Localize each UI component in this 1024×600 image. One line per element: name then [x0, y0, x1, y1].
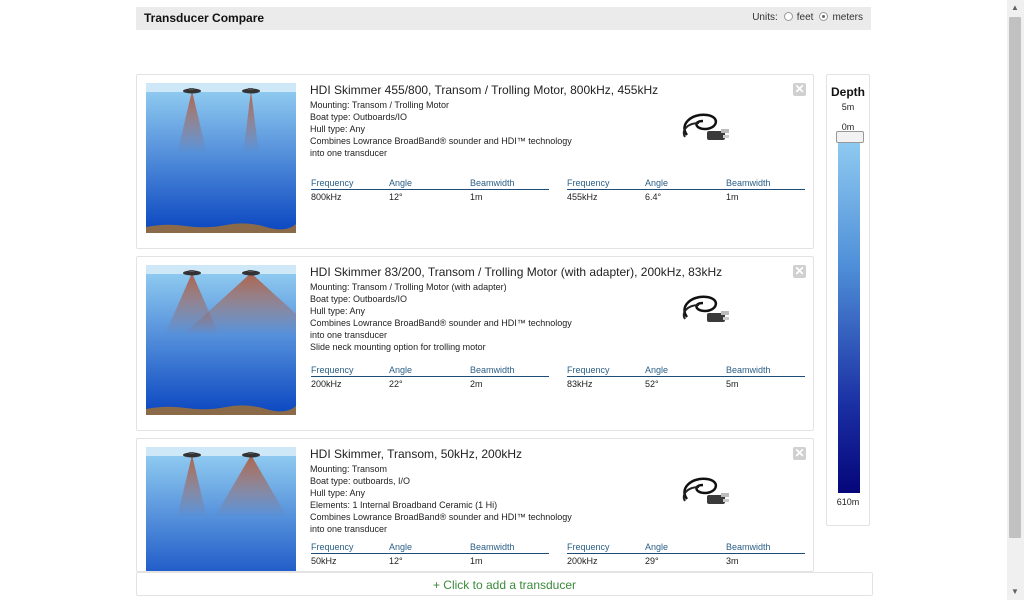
- spec-beamwidth-value: 1m: [470, 556, 483, 566]
- meters-radio[interactable]: [819, 12, 829, 21]
- spec-beamwidth-value: 5m: [726, 379, 739, 389]
- spec-beamwidth-value: 2m: [470, 379, 483, 389]
- depth-slider-track[interactable]: [838, 143, 860, 493]
- spec-beamwidth-value: 3m: [726, 556, 739, 566]
- depth-panel: Depth 5m 0m 610m: [826, 74, 870, 526]
- spec-table: Frequency Angle Beamwidth 50kHz 12° 1m: [311, 542, 549, 566]
- spec-header-angle: Angle: [389, 365, 413, 375]
- close-icon[interactable]: ✕: [793, 265, 806, 278]
- spec-table: Frequency Angle Beamwidth 455kHz 6.4° 1m: [567, 178, 805, 202]
- feet-radio[interactable]: [783, 12, 793, 21]
- spec-frequency-value: 83kHz: [567, 379, 593, 389]
- spec-angle-value: 6.4°: [645, 192, 662, 202]
- spec-header-beamwidth: Beamwidth: [470, 178, 515, 188]
- transducer-card: HDI Skimmer, Transom, 50kHz, 200kHz Moun…: [136, 438, 814, 572]
- spec-header-angle: Angle: [645, 542, 669, 552]
- depth-slider-handle[interactable]: [836, 131, 864, 143]
- spec-frequency-value: 200kHz: [311, 379, 342, 389]
- feet-label[interactable]: feet: [797, 12, 814, 23]
- transducer-product-icon: [682, 113, 729, 140]
- spec-header-beamwidth: Beamwidth: [726, 542, 771, 552]
- depth-max-label: 610m: [836, 497, 860, 507]
- page-scrollbar[interactable]: ▲ ▼: [1007, 0, 1024, 600]
- scroll-up-icon[interactable]: ▲: [1011, 3, 1019, 12]
- spec-header-beamwidth: Beamwidth: [470, 365, 515, 375]
- transducer-name: HDI Skimmer, Transom, 50kHz, 200kHz: [310, 447, 523, 461]
- spec-angle-value: 22°: [389, 379, 403, 389]
- spec-frequency-value: 800kHz: [311, 192, 342, 202]
- sonar-coverage-illustration: [146, 265, 296, 415]
- spec-table: Frequency Angle Beamwidth 200kHz 29° 3m: [567, 542, 805, 566]
- sonar-coverage-illustration: [146, 83, 296, 233]
- spec-header-frequency: Frequency: [311, 542, 354, 552]
- spec-header-frequency: Frequency: [567, 365, 610, 375]
- transducer-product-icon: [682, 295, 729, 322]
- spec-frequency-value: 200kHz: [567, 556, 598, 566]
- spec-beamwidth-value: 1m: [726, 192, 739, 202]
- transducer-name: HDI Skimmer 83/200, Transom / Trolling M…: [310, 265, 723, 279]
- add-transducer-button[interactable]: + Click to add a transducer: [136, 572, 873, 596]
- spec-header-frequency: Frequency: [311, 365, 354, 375]
- water: [146, 92, 296, 233]
- spec-tables: Frequency Angle Beamwidth 200kHz 22° 2m …: [311, 365, 805, 389]
- spec-header-frequency: Frequency: [567, 542, 610, 552]
- transducer-product-icon: [682, 477, 729, 504]
- spec-angle-value: 12°: [389, 192, 403, 202]
- transducer-detail-line: Slide neck mounting option for trolling …: [310, 342, 486, 352]
- transducer-card: HDI Skimmer 83/200, Transom / Trolling M…: [136, 256, 814, 431]
- spec-header-beamwidth: Beamwidth: [470, 542, 515, 552]
- spec-header-angle: Angle: [645, 178, 669, 188]
- close-icon[interactable]: ✕: [793, 447, 806, 460]
- spec-beamwidth-value: 1m: [470, 192, 483, 202]
- spec-table: Frequency Angle Beamwidth 800kHz 12° 1m: [311, 178, 549, 202]
- transducer-name: HDI Skimmer 455/800, Transom / Trolling …: [310, 83, 659, 97]
- scroll-thumb[interactable]: [1009, 17, 1021, 538]
- transducer-detail-line: into one transducer: [310, 524, 388, 534]
- page-title: Transducer Compare: [144, 11, 265, 25]
- sky: [146, 265, 296, 275]
- units-selector: Units: feet meters: [752, 12, 863, 23]
- spec-header-angle: Angle: [389, 178, 413, 188]
- meters-label[interactable]: meters: [832, 12, 863, 23]
- units-label: Units:: [752, 12, 778, 23]
- spec-angle-value: 52°: [645, 379, 659, 389]
- scroll-down-icon[interactable]: ▼: [1011, 587, 1019, 596]
- spec-angle-value: 29°: [645, 556, 659, 566]
- spec-tables: Frequency Angle Beamwidth 800kHz 12° 1m …: [311, 178, 805, 202]
- sky: [146, 83, 296, 93]
- header-bar: Transducer Compare Units: feet meters: [136, 7, 871, 30]
- spec-angle-value: 12°: [389, 556, 403, 566]
- spec-table: Frequency Angle Beamwidth 200kHz 22° 2m: [311, 365, 549, 389]
- sonar-coverage-illustration: [146, 447, 296, 571]
- transducer-card: HDI Skimmer 455/800, Transom / Trolling …: [136, 74, 814, 249]
- spec-header-beamwidth: Beamwidth: [726, 365, 771, 375]
- spec-header-angle: Angle: [389, 542, 413, 552]
- depth-current-value: 5m: [841, 102, 855, 112]
- spec-frequency-value: 455kHz: [567, 192, 598, 202]
- spec-header-frequency: Frequency: [311, 178, 354, 188]
- spec-header-frequency: Frequency: [567, 178, 610, 188]
- close-icon[interactable]: ✕: [793, 83, 806, 96]
- spec-frequency-value: 50kHz: [311, 556, 337, 566]
- spec-header-beamwidth: Beamwidth: [726, 178, 771, 188]
- spec-header-angle: Angle: [645, 365, 669, 375]
- spec-tables: Frequency Angle Beamwidth 50kHz 12° 1m F…: [311, 542, 805, 566]
- spec-table: Frequency Angle Beamwidth 83kHz 52° 5m: [567, 365, 805, 389]
- sky: [146, 447, 296, 457]
- depth-title: Depth: [831, 85, 865, 99]
